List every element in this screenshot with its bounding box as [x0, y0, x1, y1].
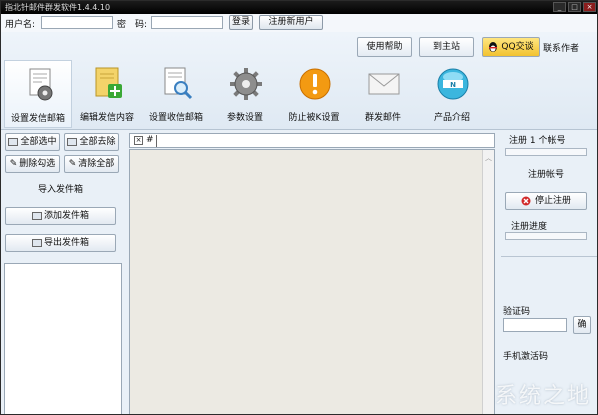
- minimize-button[interactable]: _: [553, 2, 566, 12]
- stop-register-button[interactable]: 停止注册: [505, 192, 587, 210]
- delete-checked-label: 删除勾选: [19, 159, 56, 169]
- phone-activation-label: 手机激活码: [503, 352, 549, 362]
- deselect-all-icon: [67, 138, 78, 146]
- qq-penguin-icon: [489, 41, 498, 52]
- vertical-scrollbar[interactable]: ︿: [482, 150, 494, 414]
- help-button[interactable]: 使用帮助: [357, 37, 412, 57]
- gear-icon: [230, 68, 262, 100]
- register-progress-label: 注册进度: [511, 222, 548, 232]
- edit-content-button[interactable]: 编辑发信内容: [73, 60, 141, 128]
- eraser-icon: ✎: [68, 159, 77, 169]
- eraser-icon: ✎: [9, 159, 18, 169]
- import-mailbox-dropdown[interactable]: 导入发件箱: [5, 181, 116, 199]
- parameter-settings-label: 参数设置: [226, 113, 263, 123]
- export-mailbox-button[interactable]: 导出发件箱: [5, 234, 116, 252]
- toolbar: 使用帮助 到主站 QQ交谈 联系作者 设置发信邮箱 编辑发信内容 设置收信邮箱 …: [1, 32, 597, 130]
- delete-all-button[interactable]: ✎ 清除全部: [64, 155, 119, 173]
- captcha-input[interactable]: [503, 318, 567, 332]
- set-sender-mailbox-button[interactable]: 设置发信邮箱: [4, 60, 72, 128]
- send-mail-button[interactable]: 群发邮件: [349, 60, 417, 128]
- add-document-icon: [95, 67, 122, 98]
- captcha-label: 验证码: [503, 307, 531, 317]
- search-document-icon: [164, 67, 193, 100]
- contact-author-link[interactable]: 联系作者: [543, 41, 579, 54]
- password-label: 密 码:: [117, 20, 148, 30]
- username-input[interactable]: [41, 16, 113, 29]
- close-button[interactable]: ×: [583, 2, 596, 12]
- qq-chat-button[interactable]: QQ交谈: [482, 37, 540, 57]
- parameter-settings-button[interactable]: 参数设置: [211, 60, 279, 128]
- gear-document-icon: [29, 68, 53, 101]
- set-recipient-mailbox-label: 设置收信邮箱: [148, 113, 203, 123]
- mailbox-panel: 全部选中 全部去除 ✎ 删除勾选 ✎ 清除全部 导入发件箱 添加发件箱 导出发件…: [1, 131, 125, 414]
- title-bar: 指北针邮件群发软件1.4.4.10 _ □ ×: [1, 1, 597, 14]
- edit-content-label: 编辑发信内容: [79, 113, 134, 123]
- send-mail-label: 群发邮件: [364, 113, 401, 123]
- home-site-button[interactable]: 到主站: [419, 37, 474, 57]
- register-new-user-button[interactable]: 注册新用户: [259, 15, 323, 30]
- app-title: 指北针邮件群发软件1.4.4.10: [5, 3, 111, 12]
- password-input[interactable]: [151, 16, 223, 29]
- export-mailbox-label: 导出发件箱: [43, 238, 89, 248]
- register-count-text: 注册 1 个帐号: [509, 136, 566, 146]
- mailbox-list[interactable]: [4, 263, 122, 414]
- content-pane[interactable]: ︿: [129, 149, 495, 414]
- login-button[interactable]: 登录: [229, 15, 253, 30]
- delete-all-label: 清除全部: [78, 159, 115, 169]
- product-intro-label: 产品介绍: [433, 113, 470, 123]
- anti-block-settings-label: 防止被K设置: [288, 113, 340, 123]
- register-count-bar: [505, 148, 587, 156]
- username-label: 用户名:: [5, 20, 36, 30]
- set-sender-mailbox-label: 设置发信邮箱: [10, 114, 65, 124]
- add-mailbox-button[interactable]: 添加发件箱: [5, 207, 116, 225]
- watermark-text: 系统之地: [494, 384, 591, 409]
- svg-text:N: N: [450, 81, 456, 89]
- scroll-up-icon[interactable]: ︿: [485, 153, 492, 163]
- register-account-dropdown[interactable]: 注册帐号: [505, 167, 587, 185]
- select-all-icon: [8, 138, 19, 146]
- add-mailbox-label: 添加发件箱: [43, 211, 89, 221]
- captcha-confirm-button[interactable]: 确: [573, 316, 591, 334]
- tab-main[interactable]: #: [146, 135, 154, 145]
- stop-register-label: 停止注册: [534, 196, 571, 206]
- register-account-label: 注册帐号: [527, 170, 564, 180]
- qq-chat-label: QQ交谈: [501, 42, 534, 52]
- new-badge-icon: N: [437, 68, 469, 100]
- tab-strip: × #: [129, 133, 495, 148]
- envelope-icon: [368, 73, 400, 95]
- stop-icon: [521, 196, 531, 206]
- tab-divider: [156, 135, 157, 147]
- delete-checked-button[interactable]: ✎ 删除勾选: [5, 155, 60, 173]
- export-mailbox-icon: [31, 239, 42, 247]
- deselect-all-label: 全部去除: [79, 137, 116, 147]
- select-all-button[interactable]: 全部选中: [5, 133, 60, 151]
- app-window: 指北针邮件群发软件1.4.4.10 _ □ × 用户名: 密 码: 登录 注册新…: [0, 0, 598, 415]
- window-controls: _ □ ×: [553, 2, 596, 12]
- register-panel: 注册 1 个帐号 注册帐号 停止注册 注册进度 验证码 确 手机激活码: [499, 131, 597, 414]
- set-recipient-mailbox-button[interactable]: 设置收信邮箱: [142, 60, 210, 128]
- maximize-button[interactable]: □: [568, 2, 581, 12]
- add-mailbox-icon: [31, 212, 42, 220]
- anti-block-settings-button[interactable]: 防止被K设置: [280, 60, 348, 128]
- divider-line: [501, 256, 597, 257]
- deselect-all-button[interactable]: 全部去除: [64, 133, 119, 151]
- product-intro-button[interactable]: N 产品介绍: [418, 60, 486, 128]
- select-all-label: 全部选中: [20, 137, 57, 147]
- warning-icon: [299, 68, 331, 100]
- import-mailbox-label: 导入发件箱: [37, 185, 83, 195]
- register-progress-bar: [505, 232, 587, 240]
- main-area: × # ︿: [129, 133, 495, 414]
- login-bar: 用户名: 密 码: 登录 注册新用户: [1, 14, 597, 32]
- tab-close-icon[interactable]: ×: [134, 136, 143, 145]
